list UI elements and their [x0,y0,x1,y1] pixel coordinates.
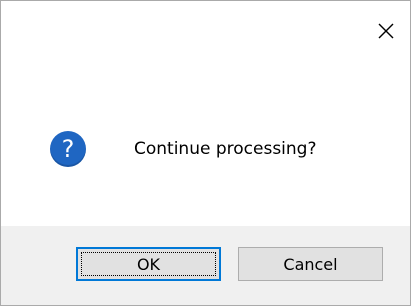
dialog-message: Continue processing? [134,139,317,159]
ok-button[interactable]: OK [76,247,221,281]
message-dialog: ? Continue processing? OK Cancel [0,0,411,306]
cancel-button-label: Cancel [283,254,338,274]
cancel-button[interactable]: Cancel [238,247,383,281]
close-icon [378,23,394,39]
question-icon: ? [50,131,86,167]
close-button[interactable] [374,19,398,43]
dialog-content: ? Continue processing? [50,131,316,167]
question-mark-glyph: ? [61,135,75,163]
ok-button-label: OK [136,254,161,274]
dialog-footer: OK Cancel [1,226,410,305]
